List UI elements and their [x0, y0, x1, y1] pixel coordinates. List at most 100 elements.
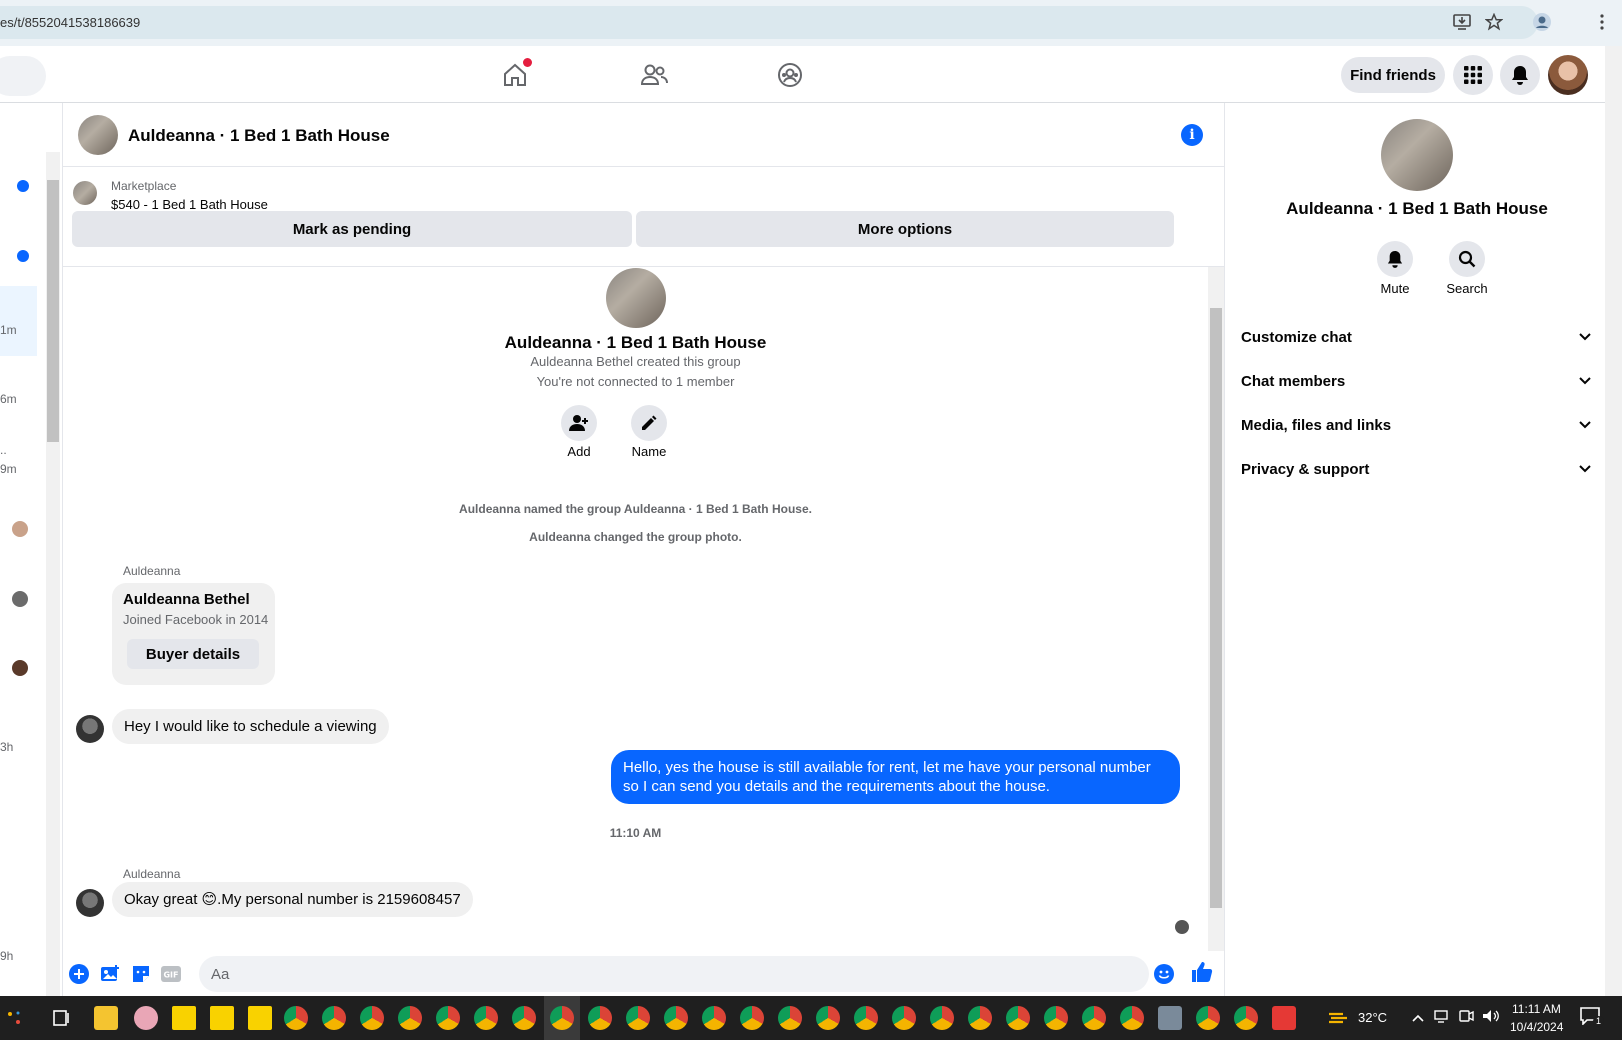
chrome-icon[interactable] [626, 1006, 650, 1030]
buyer-details-button[interactable]: Buyer details [127, 639, 259, 669]
weather-icon[interactable] [1327, 1008, 1349, 1028]
tray-chevron-up-icon[interactable] [1412, 1010, 1424, 1028]
groups-icon[interactable] [775, 60, 805, 90]
sender-name: Auldeanna [123, 564, 181, 578]
chrome-icon[interactable] [1234, 1006, 1258, 1030]
start-sparkle-icon[interactable] [4, 1008, 24, 1028]
chrome-icon[interactable] [1196, 1006, 1220, 1030]
address-bar[interactable]: es/t/8552041538186639 [0, 6, 1538, 39]
chrome-icon[interactable] [322, 1006, 346, 1030]
chrome-icon[interactable] [1044, 1006, 1068, 1030]
mute-bell-icon[interactable] [1377, 241, 1413, 277]
clock-date[interactable]: 10/4/2024 [1510, 1020, 1563, 1034]
buyer-name: Auldeanna Bethel [123, 591, 250, 608]
incoming-message[interactable]: Okay great 😊.My personal number is 21596… [112, 882, 473, 917]
chrome-icon[interactable] [1082, 1006, 1106, 1030]
conversation-scrollbar-thumb[interactable] [47, 180, 59, 442]
conversation-avatar[interactable] [12, 591, 28, 607]
clock-time[interactable]: 11:11 AM [1512, 1002, 1561, 1016]
install-app-icon[interactable] [1452, 12, 1472, 32]
app-icon[interactable] [1158, 1006, 1182, 1030]
privacy-support-row[interactable]: Privacy & support [1241, 447, 1591, 491]
message-input[interactable]: Aa [199, 956, 1149, 992]
chrome-icon[interactable] [778, 1006, 802, 1030]
chrome-icon[interactable] [1006, 1006, 1030, 1030]
page-scrollbar[interactable] [1605, 46, 1622, 996]
search-icon[interactable] [1449, 241, 1485, 277]
chrome-icon[interactable] [664, 1006, 688, 1030]
notification-count: 1 [1593, 1016, 1604, 1027]
file-explorer-icon[interactable] [94, 1006, 118, 1030]
network-icon[interactable] [1434, 1008, 1450, 1029]
friends-icon[interactable] [639, 60, 669, 90]
chrome-icon[interactable] [968, 1006, 992, 1030]
chat-members-row[interactable]: Chat members [1241, 359, 1591, 403]
chrome-icon[interactable] [588, 1006, 612, 1030]
customize-chat-row[interactable]: Customize chat [1241, 315, 1591, 359]
media-files-links-row[interactable]: Media, files and links [1241, 403, 1591, 447]
message-timestamp: 11:10 AM [609, 826, 662, 840]
find-friends-button[interactable]: Find friends [1341, 57, 1445, 93]
notifications-bell-icon[interactable] [1500, 55, 1540, 95]
info-group-avatar[interactable] [1381, 119, 1453, 191]
sticky-notes-icon[interactable] [248, 1006, 272, 1030]
chrome-icon[interactable] [474, 1006, 498, 1030]
conversation-avatar[interactable] [12, 521, 28, 537]
sticker-icon[interactable] [130, 963, 152, 985]
task-view-icon[interactable] [52, 1008, 72, 1028]
sender-name: Auldeanna [123, 867, 181, 881]
conversation-ellipsis: .. [0, 443, 7, 457]
plus-icon[interactable] [68, 963, 90, 985]
windows-taskbar: 32°C 11:11 AM 10/4/2024 1 [0, 996, 1622, 1040]
add-label: Add [567, 444, 591, 459]
system-message: Auldeanna changed the group photo. [529, 530, 742, 544]
weather-temp: 32°C [1358, 1010, 1388, 1025]
anydesk-icon[interactable] [1272, 1006, 1296, 1030]
photo-icon[interactable] [99, 963, 121, 985]
bookmark-star-icon[interactable] [1484, 12, 1504, 32]
chrome-icon[interactable] [702, 1006, 726, 1030]
emoji-icon[interactable] [1153, 963, 1175, 985]
chrome-icon[interactable] [360, 1006, 384, 1030]
chat-panel: Auldeanna · 1 Bed 1 Bath House i Marketp… [62, 103, 1226, 996]
like-thumb-icon[interactable] [1191, 961, 1213, 983]
conversation-avatar[interactable] [12, 660, 28, 676]
svg-text:GIF: GIF [163, 971, 178, 980]
outgoing-message[interactable]: Hello, yes the house is still available … [611, 750, 1180, 804]
chrome-icon[interactable] [398, 1006, 422, 1030]
gif-icon[interactable]: GIF [160, 963, 182, 985]
meet-now-icon[interactable] [1458, 1008, 1474, 1029]
notification-center-icon[interactable]: 1 [1580, 1007, 1604, 1029]
not-connected-text: You're not connected to 1 member [536, 374, 735, 389]
selected-conversation[interactable] [0, 286, 37, 356]
chrome-icon[interactable] [892, 1006, 916, 1030]
home-icon[interactable] [500, 58, 532, 90]
buyer-profile-card: Auldeanna Bethel Joined Facebook in 2014… [112, 583, 275, 685]
paint-icon[interactable] [134, 1006, 158, 1030]
chrome-icon[interactable] [550, 1006, 574, 1030]
browser-menu-icon[interactable] [1592, 12, 1612, 32]
message-scrollbar-thumb[interactable] [1210, 308, 1222, 908]
add-member-icon[interactable] [561, 405, 597, 441]
conversation-time: 3h [0, 740, 14, 754]
chrome-icon[interactable] [512, 1006, 536, 1030]
sender-avatar[interactable] [76, 715, 104, 743]
chrome-icon[interactable] [284, 1006, 308, 1030]
account-avatar[interactable] [1548, 55, 1588, 95]
row-label: Chat members [1241, 372, 1346, 390]
menu-grid-icon[interactable] [1453, 55, 1493, 95]
chrome-icon[interactable] [854, 1006, 878, 1030]
sticky-notes-icon[interactable] [210, 1006, 234, 1030]
search-box[interactable] [0, 56, 46, 96]
chrome-icon[interactable] [740, 1006, 764, 1030]
chrome-icon[interactable] [816, 1006, 840, 1030]
sender-avatar[interactable] [76, 889, 104, 917]
chrome-icon[interactable] [930, 1006, 954, 1030]
chrome-icon[interactable] [1120, 1006, 1144, 1030]
edit-name-icon[interactable] [631, 405, 667, 441]
volume-icon[interactable] [1482, 1008, 1500, 1029]
chrome-icon[interactable] [436, 1006, 460, 1030]
profile-icon[interactable] [1532, 12, 1552, 32]
incoming-message[interactable]: Hey I would like to schedule a viewing [112, 709, 389, 744]
sticky-notes-icon[interactable] [172, 1006, 196, 1030]
